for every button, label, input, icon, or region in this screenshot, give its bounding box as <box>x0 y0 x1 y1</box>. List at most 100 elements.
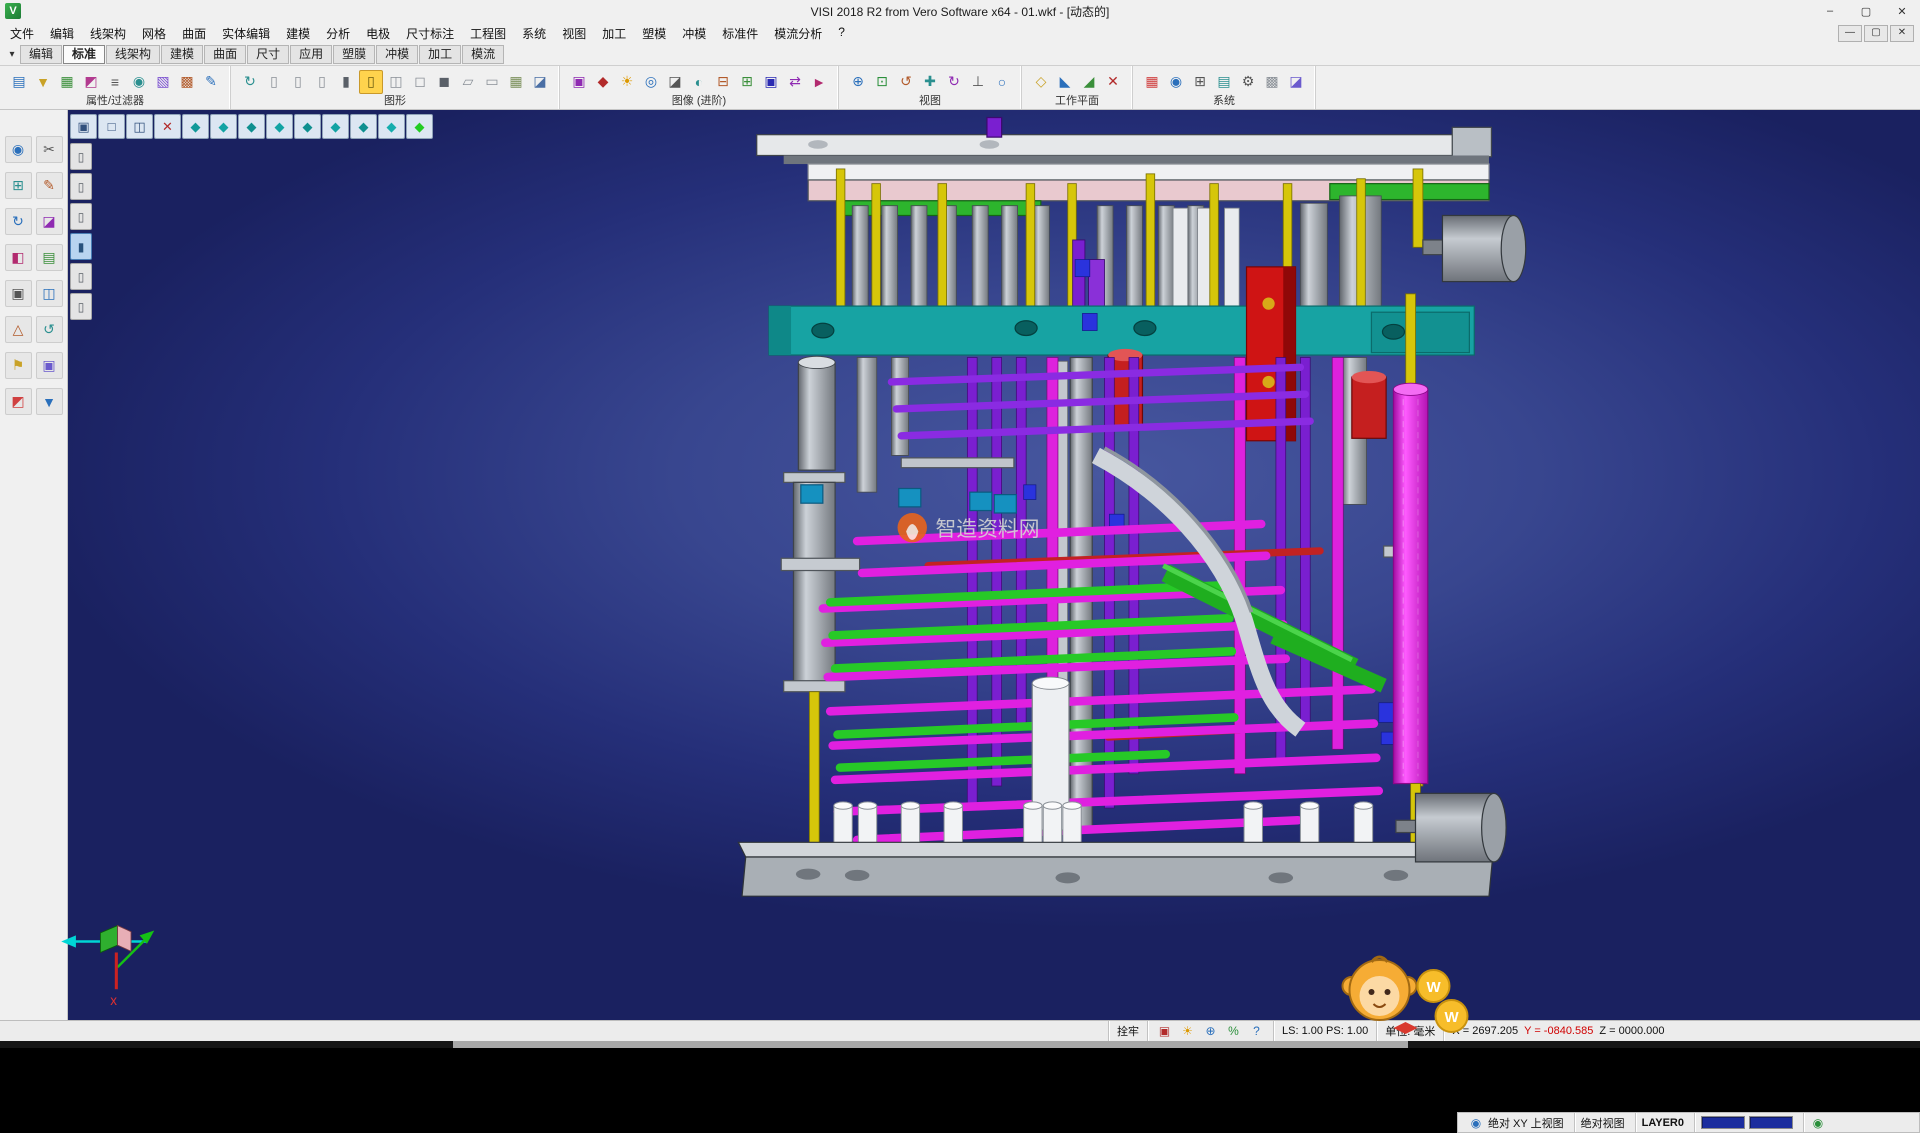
quick-pick-3[interactable]: ▯ <box>70 203 92 230</box>
settings-icon[interactable]: ⚙ <box>1237 71 1259 93</box>
view-back-icon[interactable]: ◆ <box>266 114 293 139</box>
tab-flow[interactable]: 模流 <box>462 45 504 64</box>
edges-icon[interactable]: ◼ <box>433 71 455 93</box>
tab-machining[interactable]: 加工 <box>419 45 461 64</box>
zoom-extents-icon[interactable]: ⊕ <box>847 71 869 93</box>
section-view-icon[interactable]: ⊟ <box>712 71 734 93</box>
workplane-rotate-icon[interactable]: ◢ <box>1078 71 1100 93</box>
lock-label[interactable]: 拴牢 <box>1108 1021 1147 1041</box>
tab-mold[interactable]: 塑膜 <box>333 45 375 64</box>
globe-icon[interactable]: ◉ <box>1165 71 1187 93</box>
menu-item[interactable]: 塑模 <box>634 23 674 44</box>
menu-item[interactable]: 分析 <box>318 23 358 44</box>
tab-wireframe[interactable]: 线架构 <box>106 45 160 64</box>
draft-display-icon[interactable]: ▭ <box>481 71 503 93</box>
animation-icon[interactable]: ► <box>808 71 830 93</box>
tab-edit[interactable]: 编辑 <box>20 45 62 64</box>
pen-color-swatch[interactable] <box>1749 1116 1793 1129</box>
tab-application[interactable]: 应用 <box>290 45 332 64</box>
doc-status-icon[interactable]: ▣ <box>1156 1023 1173 1040</box>
active-layer-label[interactable]: LAYER0 <box>1635 1113 1690 1132</box>
hidden-line-mode-icon[interactable]: ▯ <box>287 71 309 93</box>
menu-item[interactable]: 建模 <box>278 23 318 44</box>
workplane-align-icon[interactable]: ◣ <box>1054 71 1076 93</box>
target-icon[interactable]: ⊕ <box>1202 1023 1219 1040</box>
quick-pick-4[interactable]: ▮ <box>70 233 92 260</box>
layer-color-swatch[interactable] <box>1701 1116 1745 1129</box>
menu-item[interactable]: 实体编辑 <box>214 23 278 44</box>
properties-icon[interactable]: ▤ <box>8 71 30 93</box>
camera-icon[interactable]: ◎ <box>640 71 662 93</box>
background-icon[interactable]: ◪ <box>529 71 551 93</box>
transparency-icon[interactable]: ◻ <box>409 71 431 93</box>
mdi-minimize-button[interactable]: — <box>1838 25 1862 42</box>
copy-icon[interactable]: ▣ <box>36 352 63 379</box>
menu-item[interactable]: 标准件 <box>714 23 766 44</box>
menu-item[interactable]: 冲模 <box>674 23 714 44</box>
menu-item[interactable]: 曲面 <box>174 23 214 44</box>
tab-standard[interactable]: 标准 <box>63 45 105 64</box>
flag-icon[interactable]: ⚑ <box>5 352 32 379</box>
mdi-restore-button[interactable]: ▢ <box>1864 25 1888 42</box>
menu-item[interactable]: 尺寸标注 <box>398 23 462 44</box>
quick-pick-5[interactable]: ▯ <box>70 263 92 290</box>
redraw-icon[interactable]: ↻ <box>239 71 261 93</box>
help-pointer-icon[interactable]: ? <box>1248 1023 1265 1040</box>
saved-views-icon[interactable]: ▼ <box>36 388 63 415</box>
minimize-button[interactable]: – <box>1812 0 1848 22</box>
tab-surface[interactable]: 曲面 <box>204 45 246 64</box>
menu-item[interactable]: 网格 <box>134 23 174 44</box>
absolute-view-label[interactable]: 绝对视图 <box>1574 1113 1631 1132</box>
menu-item[interactable]: 电极 <box>358 23 398 44</box>
lamp-icon[interactable]: ☀ <box>1179 1023 1196 1040</box>
tab-dimension[interactable]: 尺寸 <box>247 45 289 64</box>
viewport-layout-icon[interactable]: ▣ <box>70 114 97 139</box>
zoom-window-icon[interactable]: ⊡ <box>871 71 893 93</box>
zoom-previous-icon[interactable]: ↺ <box>895 71 917 93</box>
attr-edit-icon[interactable]: ✎ <box>200 71 222 93</box>
select-filter-icon[interactable]: ▩ <box>176 71 198 93</box>
tab-die[interactable]: 冲模 <box>376 45 418 64</box>
workplane-reset-icon[interactable]: ✕ <box>1102 71 1124 93</box>
menu-item[interactable]: 编辑 <box>42 23 82 44</box>
percent-icon[interactable]: % <box>1225 1023 1242 1040</box>
lights-icon[interactable]: ☀ <box>616 71 638 93</box>
printer-icon[interactable]: ▣ <box>5 280 32 307</box>
view-top-icon[interactable]: ◆ <box>210 114 237 139</box>
dynamic-rotate-icon[interactable]: ↻ <box>5 208 32 235</box>
find-icon[interactable]: ◉ <box>1468 1115 1484 1131</box>
linetype-icon[interactable]: ≡ <box>104 71 126 93</box>
view-iso-icon[interactable]: ◆ <box>182 114 209 139</box>
menu-item[interactable]: 视图 <box>554 23 594 44</box>
view-left-icon[interactable]: ◆ <box>294 114 321 139</box>
history-icon[interactable]: ↺ <box>36 316 63 343</box>
visibility-icon[interactable]: ◉ <box>128 71 150 93</box>
section-mode-icon[interactable]: ◫ <box>385 71 407 93</box>
materials-icon[interactable]: ◆ <box>592 71 614 93</box>
clip-plane-icon[interactable]: ⊞ <box>736 71 758 93</box>
palette-icon[interactable]: ◩ <box>5 388 32 415</box>
viewport-split-icon[interactable]: ◫ <box>126 114 153 139</box>
cube-display-icon[interactable]: ◫ <box>36 280 63 307</box>
quick-pick-1[interactable]: ▯ <box>70 143 92 170</box>
snap-grid-icon[interactable]: ⊞ <box>5 172 32 199</box>
color-attr-icon[interactable]: ◩ <box>80 71 102 93</box>
menu-item[interactable]: 工程图 <box>462 23 514 44</box>
paint-icon[interactable]: ◧ <box>5 244 32 271</box>
rendered-mode-icon[interactable]: ▮ <box>335 71 357 93</box>
silhouette-icon[interactable]: ▱ <box>457 71 479 93</box>
world-icon[interactable]: ◉ <box>1810 1115 1826 1131</box>
shadow-icon[interactable]: ◪ <box>664 71 686 93</box>
magnify-icon[interactable]: ◉ <box>5 136 32 163</box>
shaded-mode-icon[interactable]: ▯ <box>311 71 333 93</box>
menu-item[interactable]: 线架构 <box>82 23 134 44</box>
eraser-icon[interactable]: ◪ <box>36 208 63 235</box>
grid-icon[interactable]: ▩ <box>1261 71 1283 93</box>
view-axonometric-icon[interactable]: ◆ <box>378 114 405 139</box>
reflection-icon[interactable]: ◐ <box>688 71 710 93</box>
view-reset-icon[interactable]: ✕ <box>154 114 181 139</box>
layers-icon[interactable]: ▦ <box>56 71 78 93</box>
database-icon[interactable]: ▤ <box>1213 71 1235 93</box>
mdi-close-button[interactable]: ✕ <box>1890 25 1914 42</box>
measure-icon[interactable]: △ <box>5 316 32 343</box>
